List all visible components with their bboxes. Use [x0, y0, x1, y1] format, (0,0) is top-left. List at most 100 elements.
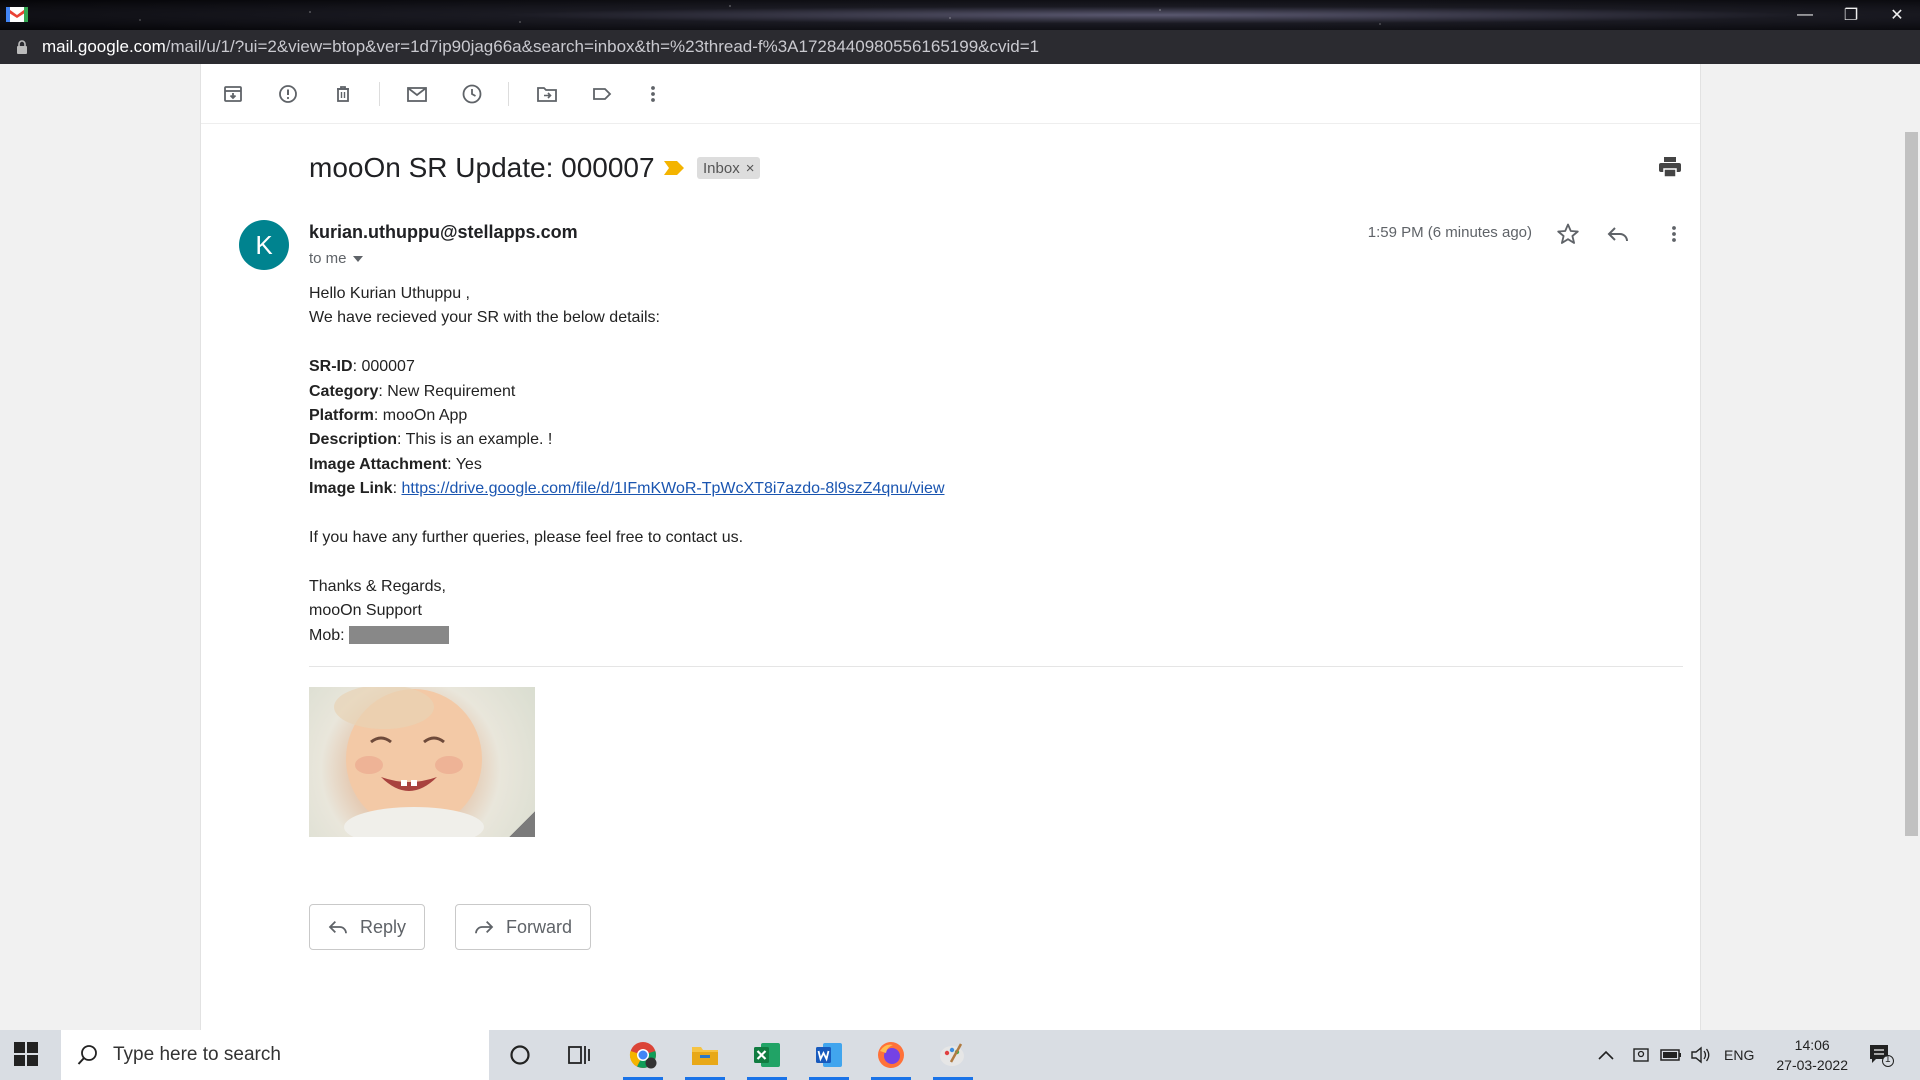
- task-view-icon[interactable]: [552, 1030, 608, 1080]
- field-value: : Yes: [447, 455, 482, 473]
- print-icon[interactable]: [1658, 156, 1682, 178]
- chrome-taskbar-icon[interactable]: [615, 1030, 671, 1080]
- sender-avatar[interactable]: K: [239, 220, 289, 270]
- forward-button-label: Forward: [506, 916, 573, 937]
- show-hidden-icons[interactable]: [1598, 1030, 1614, 1080]
- report-spam-icon[interactable]: [276, 82, 300, 106]
- intro-line: We have recieved your SR with the below …: [309, 309, 660, 327]
- cortana-icon[interactable]: [492, 1030, 548, 1080]
- field-value: : mooOn App: [373, 407, 468, 425]
- further-queries-line: If you have any further queries, please …: [309, 529, 744, 547]
- attachment-divider: [309, 666, 1683, 667]
- greeting: Hello Kurian Uthuppu ,: [309, 285, 470, 302]
- minimize-button[interactable]: —: [1782, 0, 1828, 30]
- field-label: Image Attachment: [309, 455, 448, 473]
- page-fold-corner: [509, 811, 535, 837]
- reply-icon[interactable]: [1604, 220, 1632, 248]
- reply-button-label: Reply: [360, 916, 407, 937]
- archive-icon[interactable]: [221, 82, 245, 106]
- field-label: Platform: [309, 407, 374, 425]
- field-image-attachment: Image Attachment: Yes: [309, 453, 945, 477]
- url-path: /mail/u/1/?ui=2&view=btop&ver=1d7ip90jag…: [165, 37, 1040, 56]
- star-icon[interactable]: [1554, 220, 1582, 248]
- label-icon[interactable]: [590, 82, 614, 106]
- search-icon: [77, 1045, 97, 1065]
- search-placeholder: Type here to search: [113, 1044, 281, 1065]
- volume-icon[interactable]: [1690, 1030, 1712, 1080]
- recipient-text: to me: [309, 250, 347, 267]
- clock-time: 14:06: [1794, 1037, 1830, 1053]
- field-image-link: Image Link: https://drive.google.com/fil…: [309, 477, 945, 501]
- remove-label-button[interactable]: ×: [746, 160, 755, 177]
- field-label: SR-ID: [309, 358, 353, 376]
- email-subject: mooOn SR Update: 000007: [309, 152, 655, 183]
- email-body: Hello Kurian Uthuppu , We have recieved …: [309, 282, 945, 648]
- baby-photo-image: [334, 687, 484, 837]
- battery-icon[interactable]: [1660, 1030, 1682, 1080]
- taskbar-search[interactable]: Type here to search: [61, 1030, 489, 1080]
- language-indicator[interactable]: ENG: [1724, 1030, 1754, 1080]
- field-label: Description: [309, 431, 398, 449]
- delete-icon[interactable]: [331, 82, 355, 106]
- address-bar[interactable]: mail.google.com/mail/u/1/?ui=2&view=btop…: [0, 30, 1920, 64]
- thanks-line: Thanks & Regards,: [309, 577, 446, 595]
- field-description: Description: This is an example. !: [309, 428, 945, 452]
- reply-icon: [328, 921, 347, 934]
- notification-count: 1: [1885, 1054, 1891, 1065]
- email-timestamp: 1:59 PM (6 minutes ago): [1367, 224, 1532, 241]
- word-icon[interactable]: [801, 1030, 857, 1080]
- field-value: : This is an example. !: [397, 431, 553, 449]
- wallpaper-decoration: [0, 0, 1920, 30]
- sender-email[interactable]: kurian.uthuppu@stellapps.com: [309, 222, 578, 243]
- paint-icon[interactable]: [925, 1030, 981, 1080]
- toolbar-divider: [379, 82, 380, 106]
- snooze-icon[interactable]: [460, 82, 484, 106]
- forward-button[interactable]: Forward: [455, 904, 592, 950]
- redacted-phone: [349, 626, 450, 645]
- field-platform: Platform: mooOn App: [309, 404, 945, 428]
- close-window-button[interactable]: ✕: [1874, 0, 1920, 30]
- excel-icon[interactable]: [739, 1030, 795, 1080]
- chevron-up-icon: [1598, 1050, 1614, 1060]
- field-value: : 000007: [352, 358, 415, 376]
- url-host: mail.google.com: [42, 37, 166, 56]
- field-category: Category: New Requirement: [309, 380, 945, 404]
- window-title-bar: — ❐ ✕: [0, 0, 1920, 30]
- attachment-thumbnail[interactable]: [309, 687, 535, 837]
- reply-button[interactable]: Reply: [309, 904, 426, 950]
- restore-button[interactable]: ❐: [1828, 0, 1874, 30]
- clock-date: 27-03-2022: [1776, 1057, 1848, 1073]
- field-label: Category: [309, 382, 379, 400]
- recipient-details[interactable]: to me: [309, 250, 363, 267]
- email-toolbar: [201, 64, 1700, 124]
- image-link[interactable]: https://drive.google.com/file/d/1IFmKWoR…: [401, 480, 944, 497]
- file-explorer-icon[interactable]: [677, 1030, 733, 1080]
- message-more-icon[interactable]: [1660, 220, 1688, 248]
- mobile-label: Mob:: [309, 626, 350, 644]
- page-scrollbar[interactable]: [1903, 64, 1920, 1030]
- mark-unread-icon[interactable]: [405, 82, 429, 106]
- field-sr-id: SR-ID: 000007: [309, 355, 945, 379]
- forward-icon: [475, 921, 494, 934]
- taskbar: Type here to search ENG 14:06 27-03-2022…: [0, 1030, 1920, 1080]
- inbox-label-chip: Inbox ×: [697, 157, 761, 179]
- move-to-icon[interactable]: [535, 82, 559, 106]
- important-marker-icon[interactable]: [663, 160, 685, 176]
- signature-line: mooOn Support: [309, 602, 422, 620]
- field-value: : New Requirement: [378, 382, 516, 400]
- mobile-line: Mob:: [309, 624, 945, 648]
- toolbar-divider: [508, 82, 509, 106]
- gmail-logo-icon: [6, 7, 28, 22]
- notification-center-icon[interactable]: 1: [1868, 1030, 1894, 1080]
- firefox-icon[interactable]: [863, 1030, 919, 1080]
- email-view: mooOn SR Update: 000007 Inbox × K kurian…: [200, 64, 1701, 1030]
- inbox-label-text: Inbox: [703, 159, 740, 177]
- more-options-icon[interactable]: [641, 82, 665, 106]
- chevron-down-icon[interactable]: [352, 255, 363, 262]
- windows-start-icon[interactable]: [14, 1042, 38, 1066]
- lock-icon: [17, 40, 27, 54]
- system-clock[interactable]: 14:06 27-03-2022: [1776, 1035, 1848, 1075]
- meet-now-icon[interactable]: [1632, 1030, 1650, 1080]
- field-label: Image Link: [309, 480, 393, 498]
- scrollbar-thumb[interactable]: [1905, 132, 1918, 836]
